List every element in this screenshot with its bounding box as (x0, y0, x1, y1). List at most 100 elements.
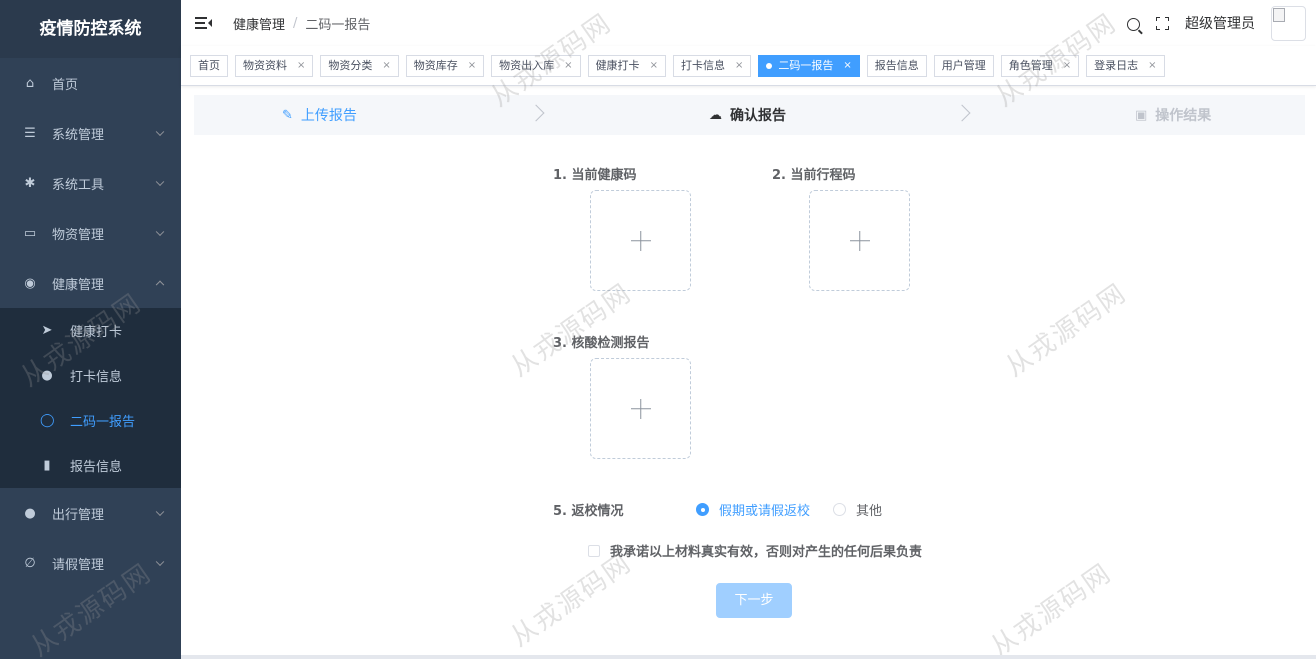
tag-label: 打卡信息 (680, 58, 725, 72)
paper-plane-icon: ➤ (41, 323, 53, 338)
tag-report-info[interactable]: 报告信息 (866, 54, 927, 77)
location-icon: ◉ (24, 275, 36, 291)
close-icon[interactable]: × (1063, 56, 1071, 76)
sidebar-item-leave[interactable]: ∅ 请假管理 (0, 538, 181, 588)
close-icon[interactable]: × (382, 56, 390, 76)
sidebar: 疫情防控系统 ⌂ 首页 ☰ 系统管理 ✱ 系统工具 ▭ 物资管理 ◉ 健康管理 (0, 0, 181, 659)
upload-cloud-icon: ☁ (709, 107, 722, 123)
step-label: 操作结果 (1155, 108, 1212, 124)
trip-code-label: 2. 当前行程码 (772, 168, 856, 183)
nucleic-report-uploader[interactable] (590, 358, 691, 459)
bar-chart-icon: ▮ (43, 458, 51, 473)
sidebar-item-label: 报告信息 (70, 460, 123, 475)
tag-supplies-stock[interactable]: 物资库存 × (405, 54, 485, 77)
promise-text: 我承诺以上材料真实有效，否则对产生的任何后果负责 (610, 545, 923, 560)
active-dot-icon (766, 62, 773, 69)
breadcrumb-item-health[interactable]: 健康管理 (233, 14, 285, 33)
sidebar-item-label: 二码一报告 (70, 415, 136, 430)
home-icon: ⌂ (25, 75, 35, 91)
tag-label: 角色管理 (1008, 58, 1053, 72)
tag-supplies-inout[interactable]: 物资出入库 × (491, 54, 581, 77)
tag-checkin-info[interactable]: 打卡信息 × (672, 54, 752, 77)
sidebar-item-checkin-info[interactable]: ● 打卡信息 (0, 353, 181, 398)
tag-label: 物资分类 (328, 58, 373, 72)
close-icon[interactable]: × (650, 56, 658, 76)
close-icon[interactable]: × (843, 56, 851, 76)
bag-icon: ▭ (23, 225, 37, 241)
sidebar-item-label: 系统工具 (52, 177, 105, 193)
close-icon[interactable]: × (1148, 56, 1156, 76)
close-icon[interactable]: × (735, 56, 743, 76)
sidebar-item-report-info[interactable]: ▮ 报告信息 (0, 443, 181, 488)
step-arrow-icon (953, 104, 971, 122)
close-icon[interactable]: × (564, 56, 572, 76)
chevron-up-icon (155, 280, 165, 290)
close-icon[interactable]: × (297, 56, 305, 76)
chevron-down-icon (155, 177, 165, 187)
health-submenu: ➤ 健康打卡 ● 打卡信息 ◯ 二码一报告 ▮ 报告信息 (0, 308, 181, 488)
tag-label: 二码一报告 (778, 58, 834, 72)
promise-checkbox[interactable]: 我承诺以上材料真实有效，否则对产生的任何后果负责 (588, 541, 922, 560)
step-label: 上传报告 (300, 108, 357, 124)
close-icon[interactable]: × (468, 56, 476, 76)
search-icon[interactable] (1127, 17, 1140, 31)
trip-code-uploader[interactable] (809, 190, 910, 291)
user-icon: ● (24, 505, 36, 521)
sidebar-item-two-codes-report[interactable]: ◯ 二码一报告 (0, 398, 181, 443)
fullscreen-icon[interactable] (1156, 16, 1169, 30)
tag-health-checkin[interactable]: 健康打卡 × (587, 54, 666, 77)
tags-view: 首页 物资资料 × 物资分类 × 物资库存 × 物资出入库 × 健康打卡 × 打卡信息 × … (181, 46, 1316, 86)
radio-label: 其他 (856, 504, 883, 519)
tag-supplies-data[interactable]: 物资资料 × (235, 54, 314, 77)
watermark: 从戎源码网 (1000, 278, 1133, 383)
bulb-icon: ● (41, 368, 53, 383)
username[interactable]: 超级管理员 (1185, 13, 1255, 33)
tag-label: 用户管理 (941, 58, 986, 72)
sidebar-item-supplies[interactable]: ▭ 物资管理 (0, 208, 181, 258)
app-title: 疫情防控系统 (0, 0, 181, 58)
radio-checked-icon (696, 503, 709, 516)
breadcrumb-item-current: 二码一报告 (305, 17, 371, 33)
sidebar-item-health[interactable]: ◉ 健康管理 (0, 258, 181, 308)
sidebar-item-health-checkin[interactable]: ➤ 健康打卡 (0, 308, 181, 353)
sidebar-item-system[interactable]: ☰ 系统管理 (0, 108, 181, 158)
tag-label: 报告信息 (874, 58, 919, 72)
return-option-holiday-radio[interactable]: 假期或请假返校 (696, 500, 810, 519)
step-arrow-icon (527, 104, 545, 122)
chevron-down-icon (155, 127, 165, 137)
tag-home[interactable]: 首页 (190, 54, 228, 77)
tag-role-management[interactable]: 角色管理 × (1000, 54, 1080, 77)
sidebar-item-home[interactable]: ⌂ 首页 (0, 58, 181, 108)
chevron-down-icon (155, 507, 165, 517)
tag-label: 登录日志 (1094, 58, 1139, 72)
header-right: 超级管理员 (1127, 0, 1306, 46)
checkbox-box[interactable] (588, 544, 600, 557)
sliders-icon: ☰ (24, 125, 36, 141)
return-option-other-radio[interactable]: 其他 (833, 500, 882, 519)
watermark: 从戎源码网 (985, 558, 1118, 659)
sidebar-item-label: 首页 (52, 77, 79, 93)
sidebar-item-label: 健康打卡 (70, 325, 123, 340)
radio-label: 假期或请假返校 (719, 504, 811, 519)
breadcrumb-separator: / (293, 15, 298, 31)
breadcrumb: 健康管理 / 二码一报告 (233, 14, 370, 33)
tag-login-log[interactable]: 登录日志 × (1086, 54, 1165, 77)
sidebar-item-label: 打卡信息 (70, 370, 123, 385)
health-code-uploader[interactable] (590, 190, 691, 291)
next-step-button[interactable]: 下一步 (716, 583, 792, 618)
step-operation-result: ▣ 操作结果 (1135, 95, 1211, 135)
edit-icon: ✎ (282, 107, 293, 123)
avatar[interactable] (1271, 5, 1306, 41)
sidebar-item-tools[interactable]: ✱ 系统工具 (0, 158, 181, 208)
tag-user-management[interactable]: 用户管理 (933, 54, 994, 77)
hamburger-menu-icon[interactable] (195, 16, 212, 30)
radio-unchecked-icon (833, 503, 846, 516)
step-upload-report: ✎ 上传报告 (282, 95, 357, 135)
sidebar-item-label: 物资管理 (52, 227, 105, 243)
chevron-down-icon (155, 557, 165, 567)
tag-two-codes-report[interactable]: 二码一报告 × (758, 54, 860, 77)
sidebar-item-travel[interactable]: ● 出行管理 (0, 488, 181, 538)
paperclip-icon: ∅ (24, 555, 36, 571)
tag-supplies-category[interactable]: 物资分类 × (320, 54, 399, 77)
tag-label: 物资出入库 (499, 58, 555, 72)
